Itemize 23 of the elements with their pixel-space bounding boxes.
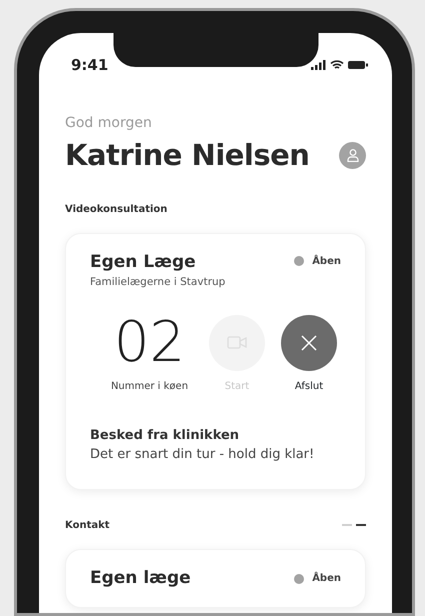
close-icon <box>300 334 318 352</box>
wifi-icon <box>330 60 344 70</box>
profile-button[interactable] <box>339 142 366 170</box>
queue-number: 02 <box>112 314 186 371</box>
status-text: Åben <box>312 571 341 586</box>
status-text: Åben <box>312 254 341 268</box>
message-text: Det er snart din tur - hold dig klar! <box>90 446 316 464</box>
status-time: 9:41 <box>71 54 108 76</box>
battery-icon <box>348 60 368 70</box>
card-subtitle: Familielægerne i Stavtrup <box>90 275 226 290</box>
card-title: Egen læge <box>90 566 191 590</box>
action-label: Afslut <box>294 380 324 394</box>
page-indicator[interactable] <box>356 524 366 526</box>
message-title: Besked fra klinikken <box>90 426 240 445</box>
contact-card[interactable]: Egen læge Åben <box>65 548 366 608</box>
section-title: Videokonsultation <box>65 202 168 216</box>
person-icon <box>346 149 358 162</box>
signal-icon <box>311 60 326 70</box>
card-title: Egen Læge <box>90 250 197 274</box>
section-title: Kontakt <box>65 518 110 533</box>
greeting-text: God morgen <box>65 114 153 133</box>
user-name: Katrine Nielsen <box>65 137 310 174</box>
queue-label: Nummer i køen <box>110 380 190 394</box>
